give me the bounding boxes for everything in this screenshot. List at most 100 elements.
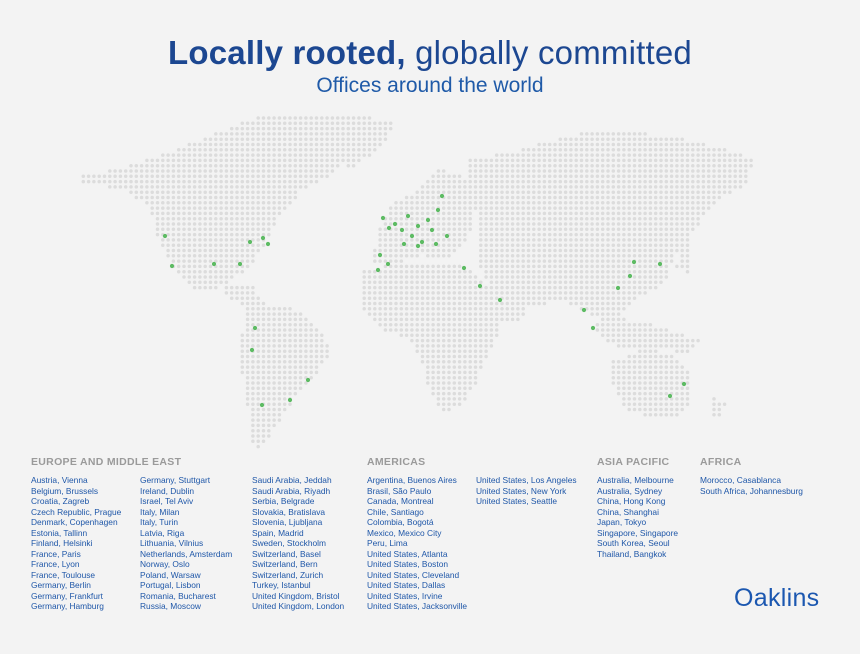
map-dot <box>229 296 234 300</box>
map-dot <box>410 227 414 232</box>
map-dot <box>293 169 298 173</box>
office-marker[interactable] <box>439 193 445 199</box>
office-marker[interactable] <box>252 325 258 331</box>
office-marker[interactable] <box>375 267 381 273</box>
map-dot <box>245 354 250 359</box>
office-marker[interactable] <box>237 261 243 267</box>
map-dot <box>441 238 446 242</box>
map-dot <box>431 296 435 300</box>
map-dot <box>616 195 621 200</box>
office-marker[interactable] <box>631 259 637 265</box>
map-dot <box>547 296 552 300</box>
office-marker[interactable] <box>435 207 441 213</box>
office-marker[interactable] <box>386 225 392 231</box>
office-marker[interactable] <box>590 325 596 331</box>
map-dot <box>298 158 303 163</box>
map-dot <box>304 126 308 131</box>
office-marker[interactable] <box>415 243 421 249</box>
map-dot <box>441 397 446 401</box>
oaklins-logo[interactable]: Oaklins <box>734 584 819 613</box>
map-dot <box>579 254 584 258</box>
office-marker[interactable] <box>681 381 687 387</box>
office-marker[interactable] <box>162 233 168 239</box>
map-dot <box>457 386 462 391</box>
office-marker[interactable] <box>259 402 265 408</box>
map-dot <box>622 169 626 173</box>
map-dot <box>192 264 197 269</box>
map-dot <box>691 201 695 205</box>
map-dot <box>203 153 207 157</box>
office-marker[interactable] <box>260 235 266 241</box>
map-dot <box>441 285 446 290</box>
map-dot <box>521 163 525 168</box>
office-marker[interactable] <box>444 233 450 239</box>
office-marker[interactable] <box>305 377 311 383</box>
map-dot <box>341 153 345 157</box>
office-marker[interactable] <box>287 397 293 403</box>
office-marker[interactable] <box>497 297 503 303</box>
office-marker[interactable] <box>409 233 415 239</box>
office-marker[interactable] <box>169 263 175 269</box>
office-marker[interactable] <box>377 252 383 258</box>
map-dot <box>595 163 600 168</box>
map-dot <box>606 280 610 285</box>
office-marker[interactable] <box>419 239 425 245</box>
office-marker[interactable] <box>415 223 421 229</box>
office-marker[interactable] <box>401 241 407 247</box>
map-dot <box>214 285 218 290</box>
office-marker[interactable] <box>405 213 411 219</box>
office-marker[interactable] <box>667 393 673 399</box>
map-dot <box>494 280 499 285</box>
map-dot <box>473 201 478 205</box>
map-dot <box>192 269 197 274</box>
map-dot <box>643 174 647 179</box>
office-marker[interactable] <box>627 273 633 279</box>
map-dot <box>468 296 472 300</box>
map-dot <box>680 407 684 412</box>
map-dot <box>600 142 605 147</box>
map-dot <box>235 142 239 147</box>
map-dot <box>516 259 520 263</box>
map-dot <box>553 243 557 247</box>
map-dot <box>659 238 663 242</box>
map-dot <box>659 344 663 348</box>
office-marker[interactable] <box>380 215 386 221</box>
map-dot <box>675 349 679 353</box>
map-dot <box>383 280 388 285</box>
map-dot <box>198 201 202 205</box>
map-dot <box>182 238 186 242</box>
map-dot <box>447 174 451 179</box>
office-marker[interactable] <box>657 261 663 267</box>
map-dot <box>261 386 266 391</box>
map-dot <box>452 206 457 210</box>
office-marker[interactable] <box>399 227 405 233</box>
map-dot <box>532 275 536 279</box>
map-dot <box>367 142 372 147</box>
office-marker[interactable] <box>429 227 435 233</box>
map-dot <box>431 307 435 311</box>
office-marker[interactable] <box>249 347 255 353</box>
map-dot <box>510 317 515 322</box>
office-marker[interactable] <box>265 241 271 247</box>
map-dot <box>229 190 234 194</box>
map-dot <box>362 285 366 290</box>
office-marker[interactable] <box>477 283 483 289</box>
map-dot <box>373 132 377 136</box>
map-dot <box>134 190 139 194</box>
office-marker[interactable] <box>247 239 253 245</box>
office-marker[interactable] <box>425 217 431 223</box>
office-marker[interactable] <box>211 261 217 267</box>
map-dot <box>134 195 139 200</box>
map-dot <box>436 370 441 375</box>
map-dot <box>622 132 626 136</box>
map-dot <box>505 280 510 285</box>
office-marker[interactable] <box>615 285 621 291</box>
office-marker[interactable] <box>461 265 467 271</box>
office-marker[interactable] <box>385 261 391 267</box>
map-dot <box>521 206 525 210</box>
office-marker[interactable] <box>392 221 398 227</box>
office-marker[interactable] <box>433 241 439 247</box>
office-marker[interactable] <box>581 307 587 313</box>
map-dot <box>590 254 594 258</box>
map-dot <box>399 296 404 300</box>
